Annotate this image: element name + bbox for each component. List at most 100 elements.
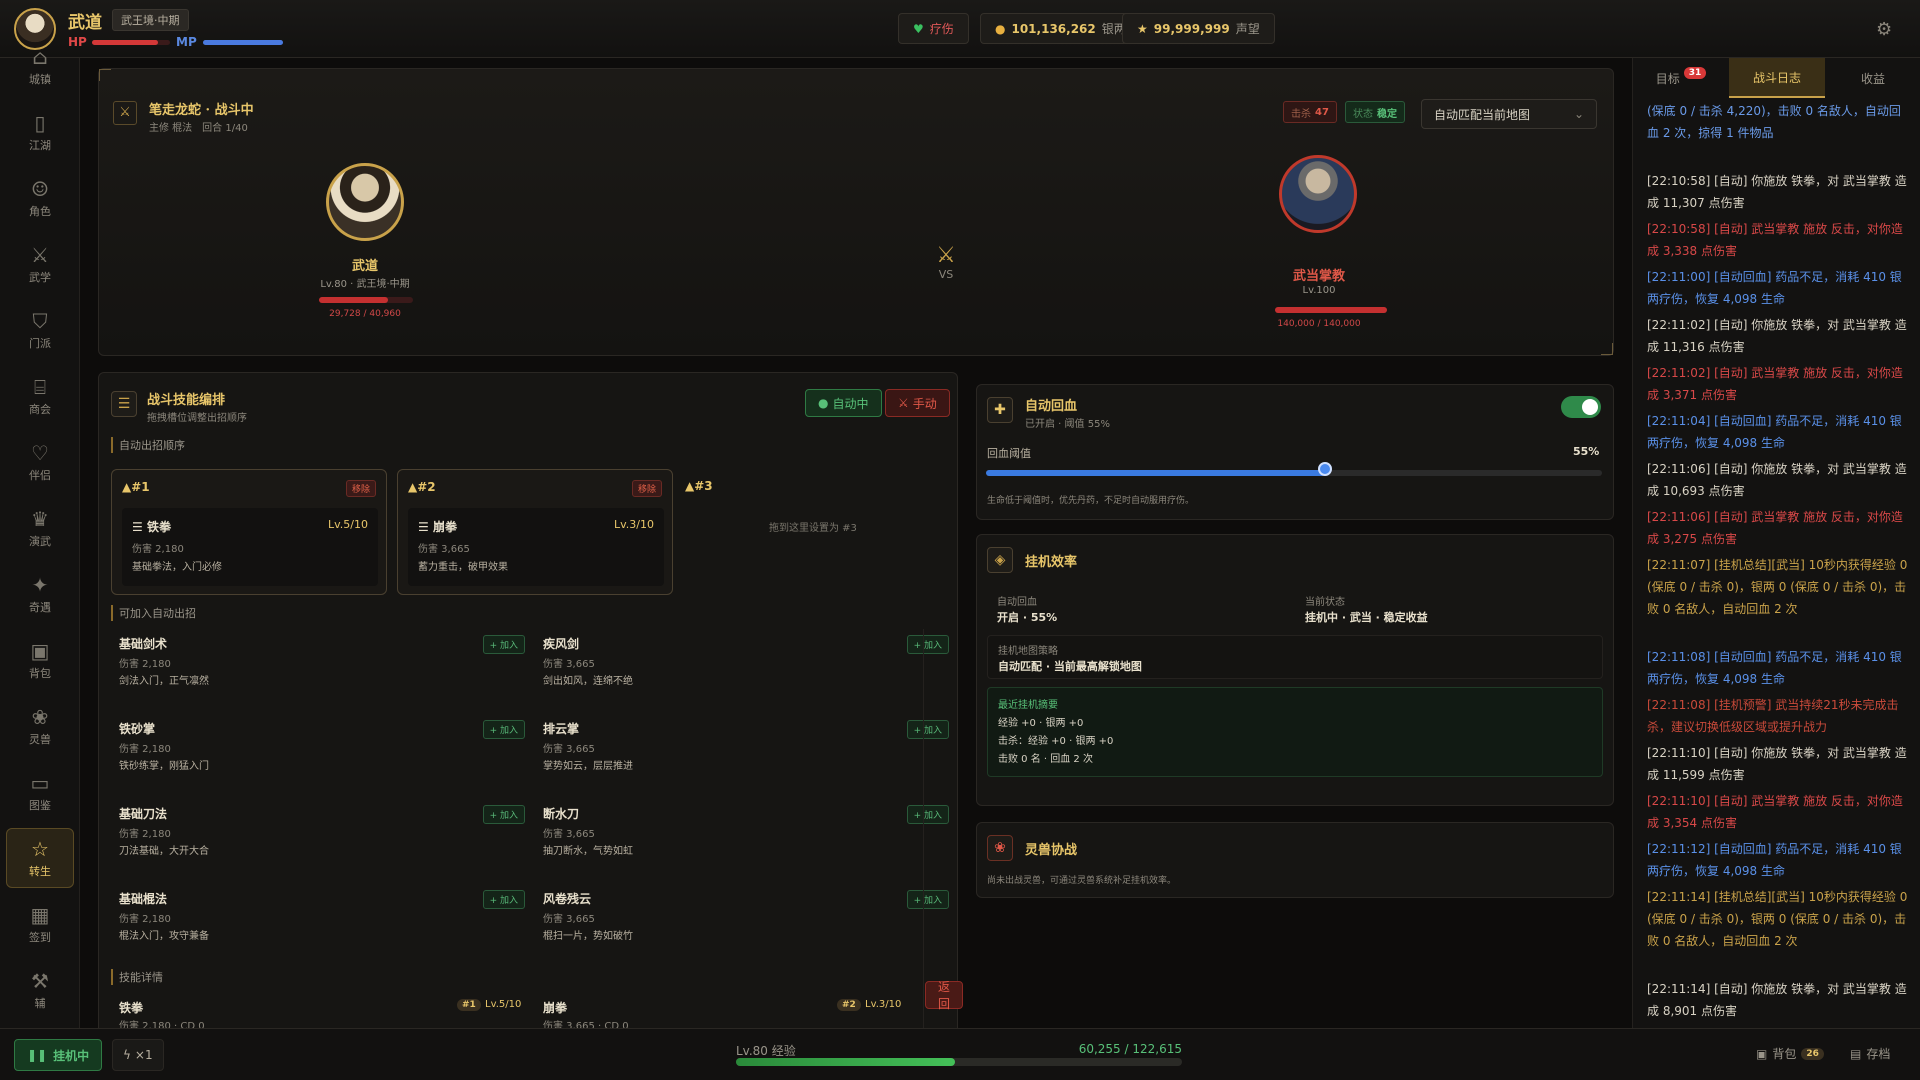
sidebar-item-7[interactable]: ♡ 伴侣 xyxy=(6,432,74,492)
threshold-label: 回血阈值 xyxy=(987,447,1031,460)
sidebar-item-5[interactable]: ⛉ 门派 xyxy=(6,300,74,360)
log-list[interactable]: (保底 0 / 击杀 4,220)，击败 0 名敌人，自动回血 2 次，掠得 1… xyxy=(1633,100,1920,1028)
map-select[interactable]: 自动匹配当前地图 ⌄ xyxy=(1421,99,1597,129)
slot-3-num: #3 xyxy=(694,479,713,493)
state-value: 挂机中 · 武当 · 稳定收益 xyxy=(1305,611,1428,624)
auto-heal-toggle[interactable] xyxy=(1561,396,1601,418)
add-skill-button[interactable]: + 加入 xyxy=(482,890,525,909)
sidebar-item-label: 商会 xyxy=(29,402,51,416)
sidebar-item-1[interactable]: ⌂ 城镇 xyxy=(6,36,74,96)
add-skill-button[interactable]: + 加入 xyxy=(906,720,949,739)
settings-gear-icon[interactable]: ⚙ xyxy=(1876,19,1892,40)
slot-3-number: ▲#3 xyxy=(685,479,713,493)
available-skill[interactable]: 基础棍法 伤害 2,180 棍法入门，攻守兼备 + 加入 xyxy=(119,890,539,966)
skill-damage: 伤害 2,180 xyxy=(119,914,171,925)
available-skill[interactable]: 断水刀 伤害 3,665 抽刀断水，气势如虹 + 加入 xyxy=(543,805,963,881)
mp-bar-fill xyxy=(203,40,283,45)
available-skill[interactable]: 基础剑术 伤害 2,180 剑法入门，正气凛然 + 加入 xyxy=(119,635,539,711)
list-icon: ☰ xyxy=(111,391,137,417)
sidebar-item-label: 角色 xyxy=(29,204,51,218)
silver-display: ● 101,136,262 银两 xyxy=(980,13,1141,44)
xp-bar-fill xyxy=(736,1058,955,1066)
sidebar-item-4[interactable]: ⚔ 武学 xyxy=(6,234,74,294)
tab-battle-log[interactable]: 战斗日志 xyxy=(1729,58,1825,98)
sidebar-item-label: 灵兽 xyxy=(29,732,51,746)
bottom-bar: ❚❚ 挂机中 ϟ ×1 Lv.80 经验 60,255 / 122,615 ▣ 背包 … xyxy=(0,1028,1920,1080)
slot-skill-card: ☰ 铁拳 Lv.5/10 伤害 2,180 基础拳法，入门必修 xyxy=(122,508,378,586)
idle-status-button[interactable]: ❚❚ 挂机中 xyxy=(14,1039,103,1071)
available-skill[interactable]: 基础刀法 伤害 2,180 刀法基础，大开大合 + 加入 xyxy=(119,805,539,881)
hp-bar-fill xyxy=(92,40,159,45)
sidebar-item-15[interactable]: ⚒ 辅 xyxy=(6,960,74,1020)
available-skill[interactable]: 疾风剑 伤害 3,665 剑出如风，连绵不绝 + 加入 xyxy=(543,635,963,711)
skill-damage: 伤害 2,180 xyxy=(119,829,171,840)
corner-ornament xyxy=(1601,343,1613,355)
sidebar-item-11[interactable]: ❀ 灵兽 xyxy=(6,696,74,756)
log-entry: (保底 0 / 击杀 4,220)，击败 0 名敌人，自动回血 2 次，掠得 1… xyxy=(1647,104,1901,140)
skill-damage: 伤害 3,665 xyxy=(543,914,595,925)
manual-mode-button[interactable]: ⚔ 手动 xyxy=(885,389,950,417)
save-button[interactable]: ▤ 存档 xyxy=(1850,1045,1890,1062)
swords-icon: ⚔ xyxy=(31,242,49,267)
xp-value: 60,255 / 122,615 xyxy=(1078,1042,1182,1056)
empty-slot-3[interactable]: ▲#3 拖到这里设置为 #3 xyxy=(685,469,961,595)
slot-skill-name-text: 铁拳 xyxy=(146,520,171,534)
sidebar-item-13[interactable]: ☆ 转生 xyxy=(6,828,74,888)
bag-button[interactable]: ▣ 背包 26 xyxy=(1756,1045,1824,1062)
log-entry: [22:11:08] [自动回血] 药品不足，消耗 410 银两疗伤，恢复 4,… xyxy=(1647,650,1902,686)
log-entry: [22:10:58] [自动] 你施放 铁拳，对 武当掌教 造成 11,307 … xyxy=(1647,174,1907,210)
skill-slot-1[interactable]: ▲#1 移除 ☰ 铁拳 Lv.5/10 伤害 2,180 基础拳法，入门必修 xyxy=(111,469,387,595)
add-skill-button[interactable]: + 加入 xyxy=(482,720,525,739)
heal-injury-button[interactable]: ♥ 疗伤 xyxy=(898,13,969,44)
remove-button[interactable]: 移除 xyxy=(345,480,376,497)
skill-slot-2[interactable]: ▲#2 移除 ☰ 崩拳 Lv.3/10 伤害 3,665 蓄力重击，破甲效果 xyxy=(397,469,673,595)
idle-title: 挂机效率 xyxy=(1025,555,1078,570)
tab-income[interactable]: 收益 xyxy=(1825,58,1920,98)
log-entry: [22:10:58] [自动] 武当掌教 施放 反击，对你造成 3,338 点伤… xyxy=(1647,222,1903,258)
skill-name: 铁砂掌 xyxy=(119,722,156,736)
sidebar-item-12[interactable]: ▭ 图鉴 xyxy=(6,762,74,822)
threshold-slider[interactable] xyxy=(986,470,1602,476)
auto-mode-label: 自动中 xyxy=(832,396,869,411)
goal-count-badge: 31 xyxy=(1683,67,1707,79)
log-entry: [22:11:10] [自动] 你施放 铁拳，对 武当掌教 造成 11,599 … xyxy=(1647,746,1907,782)
skill-desc: 剑出如风，连绵不绝 xyxy=(543,676,633,687)
detail-slot-badge: #2 xyxy=(837,999,861,1011)
available-skill[interactable]: 排云掌 伤害 3,665 掌势如云，层层推进 + 加入 xyxy=(543,720,963,796)
remove-button[interactable]: 移除 xyxy=(631,480,662,497)
lightning-icon: ϟ xyxy=(123,1048,131,1062)
available-skill[interactable]: 铁砂掌 伤害 2,180 铁砂练掌，刚猛入门 + 加入 xyxy=(119,720,539,796)
sidebar-item-8[interactable]: ♛ 演武 xyxy=(6,498,74,558)
speed-button[interactable]: ϟ ×1 xyxy=(112,1039,164,1071)
add-skill-button[interactable]: + 加入 xyxy=(906,805,949,824)
auto-mode-button[interactable]: ● 自动中 xyxy=(805,389,882,417)
tab-goal[interactable]: 目标 31 xyxy=(1633,58,1729,98)
sidebar-item-9[interactable]: ✦ 奇遇 xyxy=(6,564,74,624)
player-hp-text: 29,728 / 40,960 xyxy=(329,309,401,319)
add-skill-button[interactable]: + 加入 xyxy=(906,890,949,909)
sidebar-item-10[interactable]: ▣ 背包 xyxy=(6,630,74,690)
add-skill-button[interactable]: + 加入 xyxy=(906,635,949,654)
slider-handle[interactable] xyxy=(1317,462,1332,476)
spirit-beast-panel: ❀ 灵兽协战 尚未出战灵兽，可通过灵兽系统补足挂机效率。 xyxy=(976,822,1614,898)
sidebar-item-14[interactable]: ▦ 签到 xyxy=(6,894,74,954)
sidebar-item-6[interactable]: ⌸ 商会 xyxy=(6,366,74,426)
available-skill[interactable]: 风卷残云 伤害 3,665 棍扫一片，势如破竹 + 加入 xyxy=(543,890,963,966)
heal-note: 生命低于阈值时，优先丹药，不足时自动服用疗伤。 xyxy=(987,496,1195,506)
add-skill-button[interactable]: + 加入 xyxy=(482,805,525,824)
add-skill-button[interactable]: + 加入 xyxy=(482,635,525,654)
sidebar-item-label: 签到 xyxy=(29,930,51,944)
log-entry: [22:11:04] [自动回血] 药品不足，消耗 410 银两疗伤，恢复 4,… xyxy=(1647,414,1902,450)
log-entry: [22:11:08] [挂机预警] 武当持续21秒未完成击杀，建议切换低级区域或… xyxy=(1647,698,1899,734)
back-button[interactable]: 返回 xyxy=(925,980,964,1011)
log-entry: [22:11:02] [自动] 武当掌教 施放 反击，对你造成 3,371 点伤… xyxy=(1647,366,1903,402)
sparkle-icon: ✦ xyxy=(31,572,49,597)
sidebar-item-3[interactable]: ☺ 角色 xyxy=(6,168,74,228)
sidebar: ⌂ 城镇 ▯ 江湖 ☺ 角色 ⚔ 武学 ⛉ 门派 ⌸ 商会 ♡ 伴侣 ♛ 演武 ✦ 奇遇 ▣ 背包 ❀ 灵兽 ▭ 图鉴 ☆ 转生 ▦… xyxy=(0,46,80,1028)
slot-skill-card: ☰ 崩拳 Lv.3/10 伤害 3,665 蓄力重击，破甲效果 xyxy=(408,508,664,586)
status-value: 稳定 xyxy=(1377,108,1397,120)
sidebar-item-label: 江湖 xyxy=(29,138,51,152)
skill-damage: 伤害 3,665 xyxy=(543,744,595,755)
detail-section-label: 技能详情 xyxy=(111,969,163,985)
sidebar-item-2[interactable]: ▯ 江湖 xyxy=(6,102,74,162)
